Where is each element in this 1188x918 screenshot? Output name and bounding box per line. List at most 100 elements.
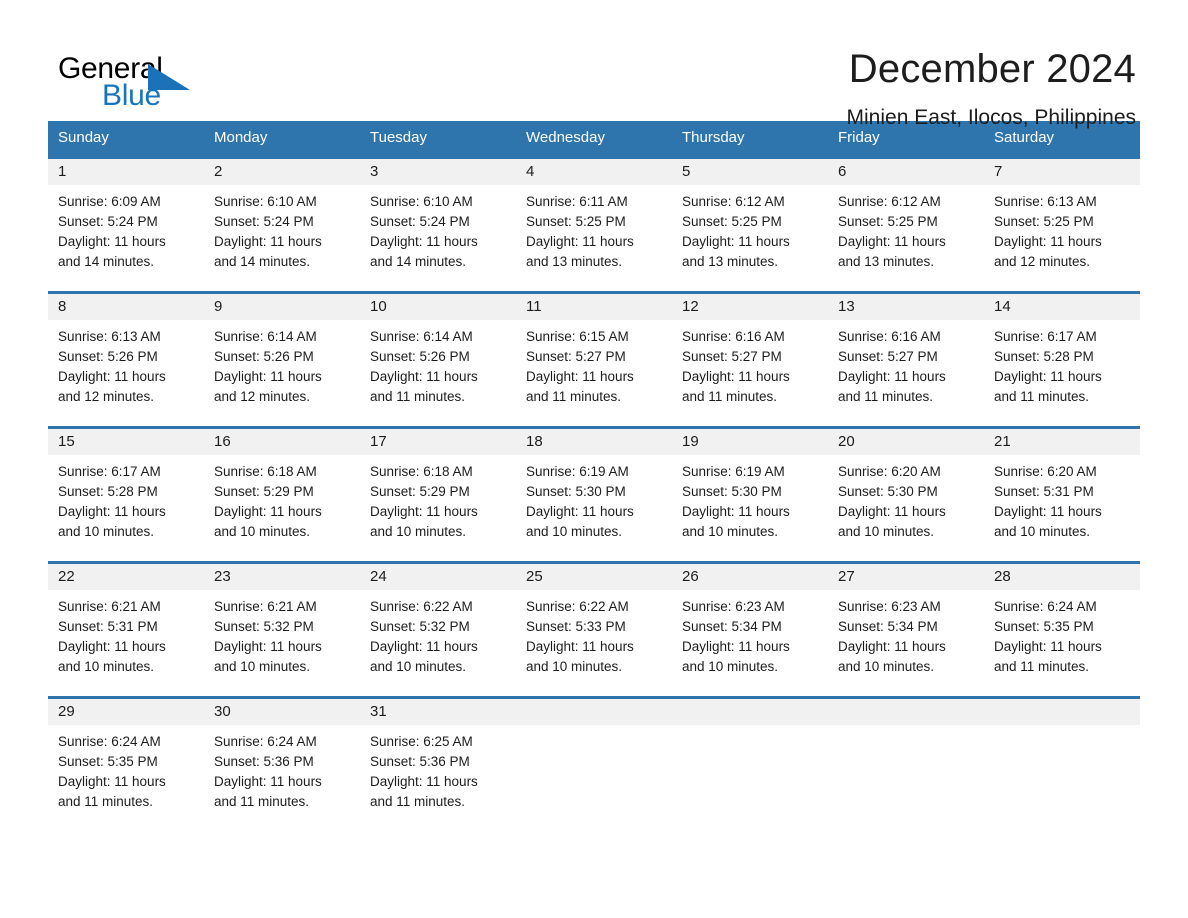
day-details: Sunrise: 6:16 AM Sunset: 5:27 PM Dayligh…	[672, 320, 828, 407]
sunrise-text: Sunrise: 6:10 AM	[370, 194, 473, 209]
day-cell[interactable]: 3 Sunrise: 6:10 AM Sunset: 5:24 PM Dayli…	[360, 159, 516, 291]
day-details: Sunrise: 6:12 AM Sunset: 5:25 PM Dayligh…	[828, 185, 984, 272]
day-cell[interactable]: 20 Sunrise: 6:20 AM Sunset: 5:30 PM Dayl…	[828, 429, 984, 561]
daylight-line2: and 10 minutes.	[370, 659, 467, 674]
sunset-text: Sunset: 5:28 PM	[994, 349, 1094, 364]
day-cell[interactable]: 2 Sunrise: 6:10 AM Sunset: 5:24 PM Dayli…	[204, 159, 360, 291]
daylight-line1: Daylight: 11 hours	[214, 369, 322, 384]
day-cell[interactable]: 24 Sunrise: 6:22 AM Sunset: 5:32 PM Dayl…	[360, 564, 516, 696]
day-cell[interactable]: 29 Sunrise: 6:24 AM Sunset: 5:35 PM Dayl…	[48, 699, 204, 831]
day-cell[interactable]: 4 Sunrise: 6:11 AM Sunset: 5:25 PM Dayli…	[516, 159, 672, 291]
daylight-line1: Daylight: 11 hours	[370, 234, 478, 249]
day-details: Sunrise: 6:13 AM Sunset: 5:26 PM Dayligh…	[48, 320, 204, 407]
day-number: 10	[360, 294, 516, 320]
weekday-header-tuesday: Tuesday	[370, 129, 427, 146]
day-cell[interactable]: 13 Sunrise: 6:16 AM Sunset: 5:27 PM Dayl…	[828, 294, 984, 426]
day-cell[interactable]: 6 Sunrise: 6:12 AM Sunset: 5:25 PM Dayli…	[828, 159, 984, 291]
day-number: 20	[828, 429, 984, 455]
daylight-line2: and 14 minutes.	[58, 254, 155, 269]
sunset-text: Sunset: 5:31 PM	[58, 619, 158, 634]
day-details: Sunrise: 6:24 AM Sunset: 5:35 PM Dayligh…	[48, 725, 204, 812]
sunrise-text: Sunrise: 6:19 AM	[526, 464, 629, 479]
sunrise-text: Sunrise: 6:17 AM	[994, 329, 1097, 344]
day-cell[interactable]: 8 Sunrise: 6:13 AM Sunset: 5:26 PM Dayli…	[48, 294, 204, 426]
day-number	[828, 699, 984, 725]
day-cell[interactable]: 22 Sunrise: 6:21 AM Sunset: 5:31 PM Dayl…	[48, 564, 204, 696]
daylight-line1: Daylight: 11 hours	[994, 504, 1102, 519]
day-cell-empty	[828, 699, 984, 831]
day-cell[interactable]: 31 Sunrise: 6:25 AM Sunset: 5:36 PM Dayl…	[360, 699, 516, 831]
daylight-line2: and 11 minutes.	[370, 389, 466, 404]
day-cell[interactable]: 16 Sunrise: 6:18 AM Sunset: 5:29 PM Dayl…	[204, 429, 360, 561]
day-number: 19	[672, 429, 828, 455]
day-cell[interactable]: 18 Sunrise: 6:19 AM Sunset: 5:30 PM Dayl…	[516, 429, 672, 561]
sunrise-text: Sunrise: 6:14 AM	[370, 329, 473, 344]
day-cell[interactable]: 11 Sunrise: 6:15 AM Sunset: 5:27 PM Dayl…	[516, 294, 672, 426]
daylight-line1: Daylight: 11 hours	[994, 639, 1102, 654]
day-details: Sunrise: 6:14 AM Sunset: 5:26 PM Dayligh…	[360, 320, 516, 407]
daylight-line2: and 10 minutes.	[214, 659, 311, 674]
day-cell[interactable]: 7 Sunrise: 6:13 AM Sunset: 5:25 PM Dayli…	[984, 159, 1140, 291]
daylight-line1: Daylight: 11 hours	[838, 639, 946, 654]
daylight-line2: and 11 minutes.	[58, 794, 154, 809]
daylight-line2: and 10 minutes.	[838, 659, 935, 674]
day-number: 27	[828, 564, 984, 590]
day-number: 4	[516, 159, 672, 185]
day-number: 31	[360, 699, 516, 725]
day-cell[interactable]: 21 Sunrise: 6:20 AM Sunset: 5:31 PM Dayl…	[984, 429, 1140, 561]
daylight-line2: and 11 minutes.	[838, 389, 934, 404]
day-cell[interactable]: 25 Sunrise: 6:22 AM Sunset: 5:33 PM Dayl…	[516, 564, 672, 696]
sunrise-text: Sunrise: 6:18 AM	[370, 464, 473, 479]
daylight-line1: Daylight: 11 hours	[58, 504, 166, 519]
daylight-line1: Daylight: 11 hours	[994, 369, 1102, 384]
day-cell[interactable]: 23 Sunrise: 6:21 AM Sunset: 5:32 PM Dayl…	[204, 564, 360, 696]
sunset-text: Sunset: 5:32 PM	[370, 619, 470, 634]
day-cell[interactable]: 15 Sunrise: 6:17 AM Sunset: 5:28 PM Dayl…	[48, 429, 204, 561]
day-details: Sunrise: 6:23 AM Sunset: 5:34 PM Dayligh…	[828, 590, 984, 677]
daylight-line1: Daylight: 11 hours	[838, 234, 946, 249]
day-number: 12	[672, 294, 828, 320]
day-details: Sunrise: 6:14 AM Sunset: 5:26 PM Dayligh…	[204, 320, 360, 407]
sunrise-text: Sunrise: 6:18 AM	[214, 464, 317, 479]
day-number: 16	[204, 429, 360, 455]
sunrise-text: Sunrise: 6:20 AM	[838, 464, 941, 479]
day-cell[interactable]: 19 Sunrise: 6:19 AM Sunset: 5:30 PM Dayl…	[672, 429, 828, 561]
day-cell[interactable]: 1 Sunrise: 6:09 AM Sunset: 5:24 PM Dayli…	[48, 159, 204, 291]
daylight-line2: and 10 minutes.	[370, 524, 467, 539]
day-number: 6	[828, 159, 984, 185]
day-details: Sunrise: 6:21 AM Sunset: 5:32 PM Dayligh…	[204, 590, 360, 677]
day-cell[interactable]: 28 Sunrise: 6:24 AM Sunset: 5:35 PM Dayl…	[984, 564, 1140, 696]
day-cell[interactable]: 12 Sunrise: 6:16 AM Sunset: 5:27 PM Dayl…	[672, 294, 828, 426]
day-cell[interactable]: 17 Sunrise: 6:18 AM Sunset: 5:29 PM Dayl…	[360, 429, 516, 561]
daylight-line1: Daylight: 11 hours	[214, 504, 322, 519]
day-details: Sunrise: 6:16 AM Sunset: 5:27 PM Dayligh…	[828, 320, 984, 407]
day-number: 25	[516, 564, 672, 590]
daylight-line2: and 11 minutes.	[526, 389, 622, 404]
calendar-page: General Blue December 2024 Minien East, …	[0, 0, 1188, 918]
sunrise-text: Sunrise: 6:23 AM	[682, 599, 785, 614]
day-details: Sunrise: 6:22 AM Sunset: 5:33 PM Dayligh…	[516, 590, 672, 677]
day-details: Sunrise: 6:21 AM Sunset: 5:31 PM Dayligh…	[48, 590, 204, 677]
daylight-line1: Daylight: 11 hours	[526, 234, 634, 249]
sunset-text: Sunset: 5:30 PM	[526, 484, 626, 499]
day-cell[interactable]: 27 Sunrise: 6:23 AM Sunset: 5:34 PM Dayl…	[828, 564, 984, 696]
day-details: Sunrise: 6:18 AM Sunset: 5:29 PM Dayligh…	[204, 455, 360, 542]
day-cell[interactable]: 9 Sunrise: 6:14 AM Sunset: 5:26 PM Dayli…	[204, 294, 360, 426]
day-number: 8	[48, 294, 204, 320]
day-number: 11	[516, 294, 672, 320]
day-cell-empty	[984, 699, 1140, 831]
day-cell[interactable]: 30 Sunrise: 6:24 AM Sunset: 5:36 PM Dayl…	[204, 699, 360, 831]
day-details: Sunrise: 6:17 AM Sunset: 5:28 PM Dayligh…	[48, 455, 204, 542]
daylight-line2: and 10 minutes.	[682, 524, 779, 539]
day-cell[interactable]: 26 Sunrise: 6:23 AM Sunset: 5:34 PM Dayl…	[672, 564, 828, 696]
day-number: 22	[48, 564, 204, 590]
day-cell[interactable]: 14 Sunrise: 6:17 AM Sunset: 5:28 PM Dayl…	[984, 294, 1140, 426]
sunset-text: Sunset: 5:33 PM	[526, 619, 626, 634]
day-details: Sunrise: 6:09 AM Sunset: 5:24 PM Dayligh…	[48, 185, 204, 272]
day-cell[interactable]: 10 Sunrise: 6:14 AM Sunset: 5:26 PM Dayl…	[360, 294, 516, 426]
day-details: Sunrise: 6:24 AM Sunset: 5:35 PM Dayligh…	[984, 590, 1140, 677]
day-cell[interactable]: 5 Sunrise: 6:12 AM Sunset: 5:25 PM Dayli…	[672, 159, 828, 291]
sunset-text: Sunset: 5:29 PM	[214, 484, 314, 499]
sunrise-text: Sunrise: 6:11 AM	[526, 194, 628, 209]
week-row: 22 Sunrise: 6:21 AM Sunset: 5:31 PM Dayl…	[48, 561, 1140, 696]
